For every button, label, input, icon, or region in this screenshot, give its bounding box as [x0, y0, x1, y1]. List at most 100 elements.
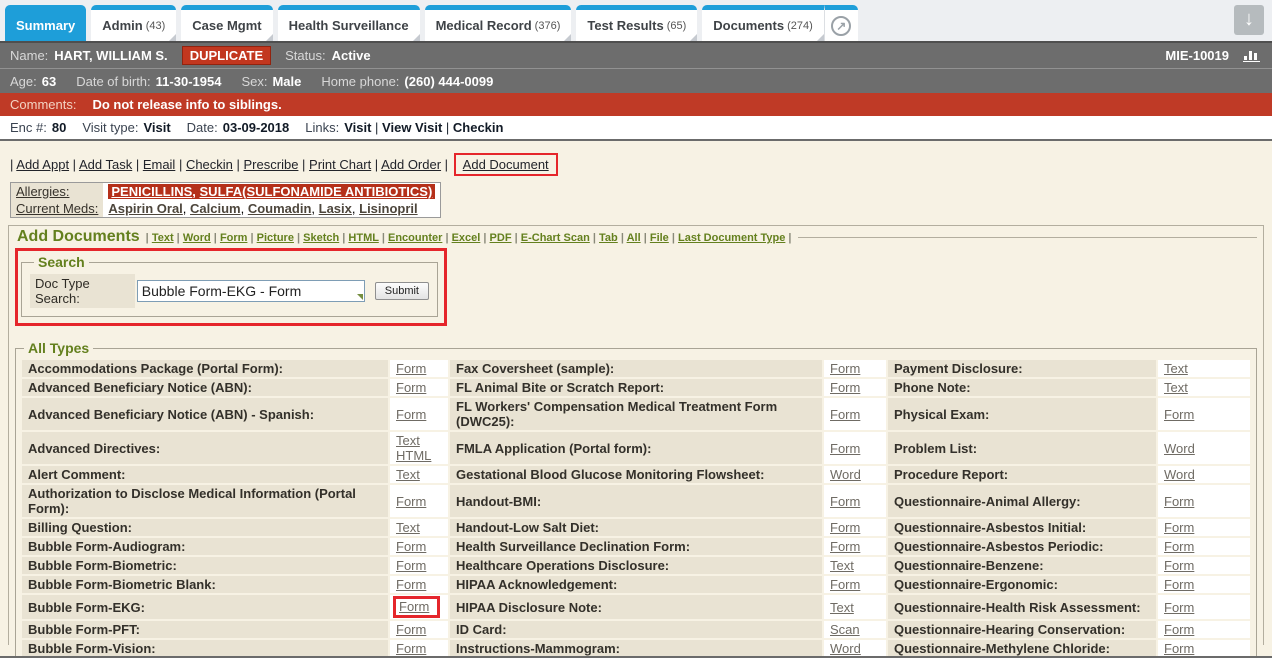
doc-type-link-word[interactable]: Word [183, 232, 211, 244]
bubble-form-biometric-form-link[interactable]: Form [396, 558, 426, 573]
current-meds-link[interactable]: Current Meds: [16, 201, 98, 216]
alert-comment-text-link[interactable]: Text [396, 467, 420, 482]
quick-link-print-chart[interactable]: Print Chart [309, 157, 371, 172]
payment-disclosure-text-link[interactable]: Text [1164, 361, 1188, 376]
doc-type-search-input[interactable] [137, 280, 365, 302]
doc-type-link-sketch[interactable]: Sketch [303, 232, 339, 244]
fl-animal-bite-or-scratch-report-form-link[interactable]: Form [830, 380, 860, 395]
bar-chart-icon[interactable] [1243, 47, 1262, 65]
encounter-link-view-visit[interactable]: View Visit [382, 120, 442, 135]
billing-question-text-link[interactable]: Text [396, 520, 420, 535]
tab-test-results[interactable]: Test Results(65) [576, 5, 697, 41]
doc-type-label: Questionnaire-Animal Allergy: [888, 485, 1156, 517]
advanced-beneficiary-notice-abn-form-link[interactable]: Form [396, 380, 426, 395]
tab-health-surveillance[interactable]: Health Surveillance [278, 5, 420, 41]
phone-note-text-link[interactable]: Text [1164, 380, 1188, 395]
tab-case-mgmt[interactable]: Case Mgmt [181, 5, 272, 41]
gestational-blood-glucose-monitoring-flowsheet-word-link[interactable]: Word [830, 467, 861, 482]
quick-link-add-task[interactable]: Add Task [79, 157, 132, 172]
header-rule [798, 237, 1257, 238]
questionnaire-health-risk-assessment-form-link[interactable]: Form [1164, 600, 1194, 615]
medication-link-calcium[interactable]: Calcium [190, 201, 241, 216]
fax-coversheet-sample-form-link[interactable]: Form [830, 361, 860, 376]
advanced-directives-text-link[interactable]: Text [396, 433, 442, 448]
quick-link-email[interactable]: Email [143, 157, 176, 172]
doc-type-link-form[interactable]: Form [220, 232, 248, 244]
bubble-form-ekg-form-link[interactable]: Form [399, 599, 429, 614]
medication-link-coumadin[interactable]: Coumadin [248, 201, 312, 216]
doc-type-link-file[interactable]: File [650, 232, 669, 244]
tab-admin[interactable]: Admin(43) [91, 5, 176, 41]
tab-medical-record[interactable]: Medical Record(376) [425, 5, 572, 41]
doc-type-link-html[interactable]: HTML [348, 232, 378, 244]
medication-link-lasix[interactable]: Lasix [319, 201, 352, 216]
healthcare-operations-disclosure-text-link[interactable]: Text [830, 558, 854, 573]
allergies-link[interactable]: Allergies: [16, 184, 69, 199]
doc-type-label: ID Card: [450, 621, 822, 638]
health-surveillance-declination-form-form-link[interactable]: Form [830, 539, 860, 554]
questionnaire-asbestos-periodic-form-link[interactable]: Form [1164, 539, 1194, 554]
id-card-scan-link[interactable]: Scan [830, 622, 860, 637]
handout-low-salt-diet-form-link[interactable]: Form [830, 520, 860, 535]
hipaa-acknowledgement-form-link[interactable]: Form [830, 577, 860, 592]
quick-link-add-order[interactable]: Add Order [381, 157, 441, 172]
scroll-down-button[interactable]: ↓ [1234, 5, 1264, 35]
encounter-link-visit[interactable]: Visit [344, 120, 371, 135]
doc-type-link-tab[interactable]: Tab [599, 232, 618, 244]
advanced-directives-html-link[interactable]: HTML [396, 448, 442, 463]
quick-link-checkin[interactable]: Checkin [186, 157, 233, 172]
tab-count: (65) [667, 20, 687, 32]
table-row: Alert Comment:TextGestational Blood Gluc… [22, 466, 1250, 483]
doc-type-actions: Form [824, 360, 886, 377]
tab-documents[interactable]: Documents(274) [702, 5, 823, 41]
doc-type-link-all[interactable]: All [627, 232, 641, 244]
authorization-to-disclose-medical-information-portal-form-form-link[interactable]: Form [396, 494, 426, 509]
advanced-beneficiary-notice-abn-spanish-form-link[interactable]: Form [396, 407, 426, 422]
doc-type-link-excel[interactable]: Excel [452, 232, 481, 244]
questionnaire-hearing-conservation-form-link[interactable]: Form [1164, 622, 1194, 637]
allergy-link-sulfa-sulfonamide-antibiotics[interactable]: SULFA(SULFONAMIDE ANTIBIOTICS) [200, 184, 433, 199]
open-in-new-window-button[interactable]: ↗ [824, 5, 858, 41]
submit-button[interactable]: Submit [375, 282, 429, 300]
bubble-form-biometric-blank-form-link[interactable]: Form [396, 577, 426, 592]
procedure-report-word-link[interactable]: Word [1164, 467, 1195, 482]
tab-label: Documents [713, 18, 784, 33]
fl-workers-compensation-medical-treatment-form-dwc25-form-link[interactable]: Form [830, 407, 860, 422]
quick-link-add-appt[interactable]: Add Appt [16, 157, 69, 172]
doc-type-link-e-chart-scan[interactable]: E-Chart Scan [521, 232, 590, 244]
doc-type-link-text[interactable]: Text [152, 232, 174, 244]
tab-label: Admin [102, 18, 142, 33]
doc-type-label: Questionnaire-Hearing Conservation: [888, 621, 1156, 638]
problem-list-word-link[interactable]: Word [1164, 441, 1195, 456]
quick-link-prescribe[interactable]: Prescribe [244, 157, 299, 172]
doc-type-link-last-document-type[interactable]: Last Document Type [678, 232, 785, 244]
questionnaire-ergonomic-form-link[interactable]: Form [1164, 577, 1194, 592]
questionnaire-asbestos-initial-form-link[interactable]: Form [1164, 520, 1194, 535]
questionnaire-methylene-chloride-form-link[interactable]: Form [1164, 641, 1194, 656]
doc-type-label: Handout-Low Salt Diet: [450, 519, 822, 536]
bubble-form-pft-form-link[interactable]: Form [396, 622, 426, 637]
instructions-mammogram-word-link[interactable]: Word [830, 641, 861, 656]
medication-link-lisinopril[interactable]: Lisinopril [359, 201, 418, 216]
questionnaire-benzene-form-link[interactable]: Form [1164, 558, 1194, 573]
doc-type-link-picture[interactable]: Picture [257, 232, 294, 244]
allergy-link-penicillins[interactable]: PENICILLINS [111, 184, 192, 199]
medication-link-aspirin-oral[interactable]: Aspirin Oral [108, 201, 182, 216]
questionnaire-animal-allergy-form-link[interactable]: Form [1164, 494, 1194, 509]
combo-dropdown-icon[interactable] [357, 294, 363, 300]
doc-type-link-encounter[interactable]: Encounter [388, 232, 442, 244]
tab-summary[interactable]: Summary [5, 5, 86, 41]
quick-link-add-document[interactable]: Add Document [463, 157, 549, 172]
handout-bmi-form-link[interactable]: Form [830, 494, 860, 509]
fmla-application-portal-form-form-link[interactable]: Form [830, 441, 860, 456]
doc-type-link-pdf[interactable]: PDF [490, 232, 512, 244]
doc-type-actions: Word [1158, 466, 1250, 483]
bubble-form-vision-form-link[interactable]: Form [396, 641, 426, 656]
accommodations-package-portal-form-form-link[interactable]: Form [396, 361, 426, 376]
hipaa-disclosure-note-text-link[interactable]: Text [830, 600, 854, 615]
physical-exam-form-link[interactable]: Form [1164, 407, 1194, 422]
doc-type-actions: Word [1158, 432, 1250, 464]
bubble-form-audiogram-form-link[interactable]: Form [396, 539, 426, 554]
duplicate-badge[interactable]: DUPLICATE [182, 46, 271, 65]
encounter-link-checkin[interactable]: Checkin [453, 120, 504, 135]
